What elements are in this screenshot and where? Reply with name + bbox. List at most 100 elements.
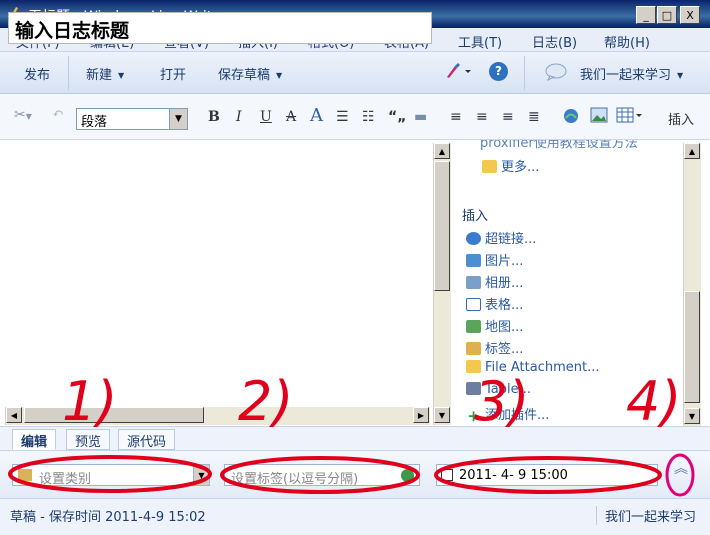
editor-horizontal-scrollbar[interactable]: ◀ ▶ xyxy=(5,407,430,425)
sidebar-item-label: Table... xyxy=(485,382,532,397)
sidebar-recent-post[interactable]: proxifier使用教程设置方法 xyxy=(480,140,638,151)
open-button[interactable]: 打开 xyxy=(160,64,186,83)
brush-icon xyxy=(447,63,471,78)
cut-icon[interactable]: ✂▼ xyxy=(14,107,32,123)
sidebar-item-label: 相册... xyxy=(485,276,524,291)
editor-vertical-scrollbar[interactable]: ▲ xyxy=(433,143,451,407)
menu-blog[interactable]: 日志(B) xyxy=(532,32,577,51)
close-button[interactable]: X xyxy=(680,6,700,24)
chevron-down-icon: ▼ xyxy=(677,71,684,80)
underline-button[interactable]: U xyxy=(260,109,272,125)
horizontal-rule-icon[interactable]: ▬ xyxy=(414,109,427,125)
folder-icon xyxy=(482,160,497,173)
theme-brush-button[interactable] xyxy=(444,62,474,84)
toolbar-divider xyxy=(524,56,525,90)
publish-button[interactable]: 发布 xyxy=(24,64,50,83)
pencil-icon xyxy=(466,382,481,395)
sidebar-item-file-attachment[interactable]: File Attachment... xyxy=(466,360,600,375)
scroll-up-arrow-icon[interactable]: ▲ xyxy=(434,143,450,159)
numbered-list-icon[interactable]: ☰ xyxy=(336,109,349,125)
menu-help[interactable]: 帮助(H) xyxy=(604,32,650,51)
minimize-button[interactable]: _ xyxy=(636,6,656,24)
scroll-left-arrow-icon[interactable]: ◀ xyxy=(6,407,22,423)
sidebar-item-map[interactable]: 地图... xyxy=(466,316,523,335)
save-draft-button[interactable]: 保存草稿 ▼ xyxy=(218,64,282,83)
sidebar-item-table[interactable]: 表格... xyxy=(466,294,523,313)
save-status: 草稿 - 保存时间 2011-4-9 15:02 xyxy=(10,510,206,525)
scroll-down-arrow-icon[interactable]: ▼ xyxy=(434,407,450,423)
undo-icon[interactable]: ↶ xyxy=(52,106,64,122)
map-icon xyxy=(466,320,481,333)
category-icon xyxy=(18,469,32,481)
scroll-up-arrow-icon[interactable]: ▲ xyxy=(684,143,700,159)
refresh-tags-icon[interactable] xyxy=(401,469,414,482)
sidebar-item-label: 超链接... xyxy=(485,232,537,247)
bold-button[interactable]: B xyxy=(208,109,220,125)
tab-preview[interactable]: 预览 xyxy=(66,429,111,450)
publish-date-picker[interactable]: 2011- 4- 9 15:00 xyxy=(436,464,658,486)
help-button[interactable]: ? xyxy=(489,62,508,81)
main-toolbar: 发布 新建 ▼ 打开 保存草稿 ▼ ? 我们一起来学习 ▼ xyxy=(0,52,710,94)
account-selector[interactable]: 我们一起来学习 ▼ xyxy=(580,64,683,83)
sidebar-scrollbar[interactable]: ▲ ▼ xyxy=(683,143,701,426)
align-right-icon[interactable]: ≡ xyxy=(502,109,514,125)
sidebar-item-table-plugin[interactable]: Table... xyxy=(466,382,531,397)
insert-panel-button[interactable]: 插入 xyxy=(668,109,694,128)
blockquote-button[interactable]: “„ xyxy=(388,109,406,125)
insert-table-icon[interactable] xyxy=(616,107,644,127)
publish-datetime: 2011- 4- 9 15:00 xyxy=(459,468,568,483)
tab-source[interactable]: 源代码 xyxy=(118,429,176,450)
scroll-right-arrow-icon[interactable]: ▶ xyxy=(413,407,429,423)
editor-area[interactable] xyxy=(5,140,430,408)
sidebar-item-add-plugin[interactable]: + 添加插件... xyxy=(466,404,550,424)
insert-image-icon[interactable] xyxy=(590,107,608,127)
sidebar-item-label: 添加插件... xyxy=(485,408,550,423)
tags-placeholder: 设置标签(以逗号分隔) xyxy=(231,472,359,487)
menu-tools[interactable]: 工具(T) xyxy=(458,32,502,51)
italic-button[interactable]: I xyxy=(236,109,242,125)
justify-icon[interactable]: ≣ xyxy=(528,109,540,125)
scroll-thumb[interactable] xyxy=(24,407,204,423)
post-properties-bar: 设置类别 ▼ 设置标签(以逗号分隔) 2011- 4- 9 15:00 ︽ xyxy=(0,450,710,498)
sidebar-item-image[interactable]: 图片... xyxy=(466,250,523,269)
tab-edit[interactable]: 编辑 xyxy=(12,429,57,450)
date-checkbox[interactable] xyxy=(441,469,453,481)
account-name: 我们一起来学习 xyxy=(580,68,672,83)
sidebar-item-label: 表格... xyxy=(485,298,524,313)
view-tabs: 编辑 预览 源代码 xyxy=(0,426,710,450)
new-button[interactable]: 新建 ▼ xyxy=(86,64,124,83)
category-select[interactable]: 设置类别 ▼ xyxy=(12,464,210,487)
status-bar: 草稿 - 保存时间 2011-4-9 15:02 我们一起来学习 xyxy=(0,498,710,535)
tags-input[interactable]: 设置标签(以逗号分隔) xyxy=(224,464,420,487)
sidebar-more-link[interactable]: 更多... xyxy=(482,156,539,175)
scroll-thumb[interactable] xyxy=(434,161,450,291)
sidebar-item-album[interactable]: 相册... xyxy=(466,272,523,291)
chat-bubble-icon xyxy=(544,63,568,85)
format-toolbar: ✂▼ ↶ 段落 ▼ B I U A A ☰ ☷ “„ ▬ ≡ ≡ ≡ ≣ 插入 xyxy=(0,94,710,140)
align-left-icon[interactable]: ≡ xyxy=(450,109,462,125)
maximize-button[interactable]: □ xyxy=(657,6,677,24)
table-icon xyxy=(466,298,481,311)
paragraph-style-select[interactable]: 段落 ▼ xyxy=(76,108,188,130)
post-title-input[interactable]: 输入日志标题 xyxy=(8,12,432,44)
bullet-list-icon[interactable]: ☷ xyxy=(362,109,375,125)
collapse-properties-icon[interactable]: ︽ xyxy=(670,462,692,487)
sidebar-insert-heading: 插入 xyxy=(462,209,489,224)
chevron-down-icon: ▼ xyxy=(276,71,283,80)
sidebar-panel: proxifier使用教程设置方法 更多... 插入 超链接... 图片... … xyxy=(454,140,680,426)
sidebar-more-label: 更多... xyxy=(501,160,540,175)
chevron-down-icon: ▼ xyxy=(118,71,125,80)
paragraph-style-value: 段落 xyxy=(81,115,108,130)
align-center-icon[interactable]: ≡ xyxy=(476,109,488,125)
chevron-down-icon: ▼ xyxy=(169,109,187,129)
scroll-down-arrow-icon[interactable]: ▼ xyxy=(684,408,700,424)
sidebar-item-label: 图片... xyxy=(485,254,524,269)
insert-link-icon[interactable] xyxy=(562,107,580,129)
scroll-thumb[interactable] xyxy=(684,291,700,403)
scroll-corner: ▼ xyxy=(433,407,451,425)
font-color-button[interactable]: A xyxy=(310,105,323,126)
strikethrough-button[interactable]: A xyxy=(286,109,296,125)
sidebar-item-tags[interactable]: 标签... xyxy=(466,338,523,357)
sidebar-item-label: File Attachment... xyxy=(485,360,600,375)
sidebar-item-hyperlink[interactable]: 超链接... xyxy=(466,228,536,247)
